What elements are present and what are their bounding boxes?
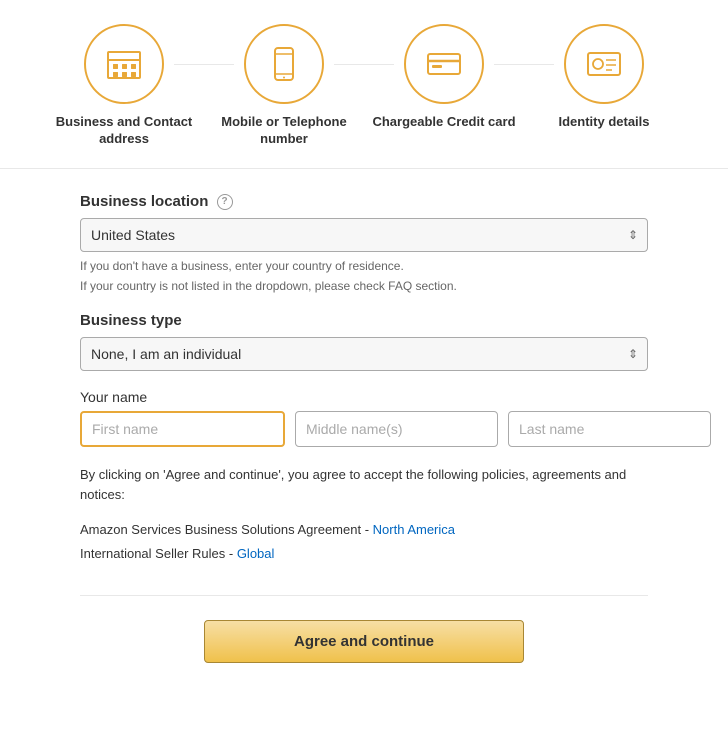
step-icon-credit-card xyxy=(404,24,484,104)
divider xyxy=(80,595,648,596)
step-icon-mobile xyxy=(244,24,324,104)
first-name-input[interactable] xyxy=(80,411,285,447)
policy-line2: International Seller Rules - Global xyxy=(80,542,648,565)
policy-line1: Amazon Services Business Solutions Agree… xyxy=(80,518,648,541)
step-label-mobile-telephone: Mobile or Telephone number xyxy=(204,114,364,148)
business-location-hint1: If you don't have a business, enter your… xyxy=(80,258,648,275)
business-location-select[interactable]: United States Canada United Kingdom Germ… xyxy=(80,218,648,252)
steps-header: Business and Contact address Mobile or T… xyxy=(0,0,728,169)
your-name-label: Your name xyxy=(80,389,648,405)
policy-description: By clicking on 'Agree and continue', you… xyxy=(80,465,648,504)
step-label-credit-card: Chargeable Credit card xyxy=(372,114,515,131)
business-location-hint2: If your country is not listed in the dro… xyxy=(80,278,648,295)
north-america-link[interactable]: North America xyxy=(373,522,455,537)
mobile-icon xyxy=(264,44,304,84)
step-icon-business-contact xyxy=(84,24,164,104)
step-business-contact: Business and Contact address xyxy=(44,24,204,148)
business-location-label: Business location ? xyxy=(80,193,648,210)
business-location-help-icon[interactable]: ? xyxy=(217,194,233,210)
name-inputs-row xyxy=(80,411,648,447)
business-location-select-wrapper: United States Canada United Kingdom Germ… xyxy=(80,218,648,252)
your-name-section: Your name xyxy=(80,389,648,447)
policy-line2-text: International Seller Rules - xyxy=(80,546,237,561)
building-icon xyxy=(104,44,144,84)
business-type-select[interactable]: None, I am an individual Privately-owned… xyxy=(80,337,648,371)
agree-continue-button[interactable]: Agree and continue xyxy=(204,620,524,663)
last-name-input[interactable] xyxy=(508,411,711,447)
step-label-business-contact: Business and Contact address xyxy=(44,114,204,148)
global-link[interactable]: Global xyxy=(237,546,275,561)
identity-icon xyxy=(584,44,624,84)
step-label-identity-details: Identity details xyxy=(558,114,649,131)
business-location-section: Business location ? United States Canada… xyxy=(80,193,648,295)
step-icon-identity xyxy=(564,24,644,104)
business-type-select-wrapper: None, I am an individual Privately-owned… xyxy=(80,337,648,371)
main-form: Business location ? United States Canada… xyxy=(0,169,728,713)
step-credit-card: Chargeable Credit card xyxy=(364,24,524,131)
business-type-label: Business type xyxy=(80,312,648,329)
cta-container: Agree and continue xyxy=(80,620,648,693)
step-identity-details: Identity details xyxy=(524,24,684,131)
step-mobile-telephone: Mobile or Telephone number xyxy=(204,24,364,148)
business-type-section: Business type None, I am an individual P… xyxy=(80,312,648,371)
credit-card-icon xyxy=(424,44,464,84)
policy-links: Amazon Services Business Solutions Agree… xyxy=(80,518,648,565)
policy-line1-text: Amazon Services Business Solutions Agree… xyxy=(80,522,373,537)
middle-name-input[interactable] xyxy=(295,411,498,447)
